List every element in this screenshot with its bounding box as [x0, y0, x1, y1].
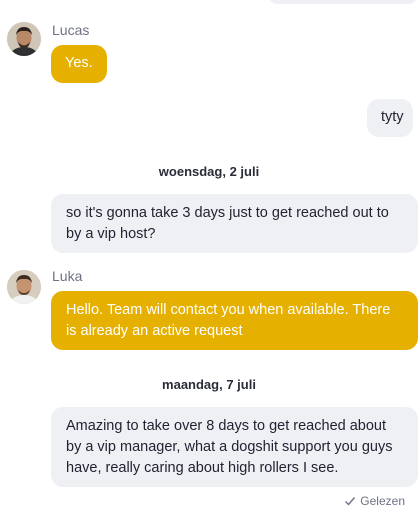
date-separator: woensdag, 2 juli — [158, 164, 260, 179]
read-status-label: Gelezen — [360, 494, 405, 508]
user-message: Amazing to take over 8 days to get reach… — [51, 407, 418, 487]
previous-message-bubble — [268, 0, 418, 4]
read-status: Gelezen — [344, 494, 405, 508]
agent-message: Hello. Team will contact you when availa… — [51, 291, 418, 350]
agent-message: Yes. — [51, 45, 107, 83]
user-message: tyty — [367, 99, 413, 137]
agent-avatar-lucas — [7, 22, 41, 56]
check-icon — [344, 495, 356, 507]
agent-avatar-luka — [7, 270, 41, 304]
date-separator: maandag, 7 juli — [162, 377, 256, 392]
sender-name: Lucas — [52, 22, 90, 38]
sender-name: Luka — [52, 268, 83, 284]
user-message: so it's gonna take 3 days just to get re… — [51, 194, 418, 253]
